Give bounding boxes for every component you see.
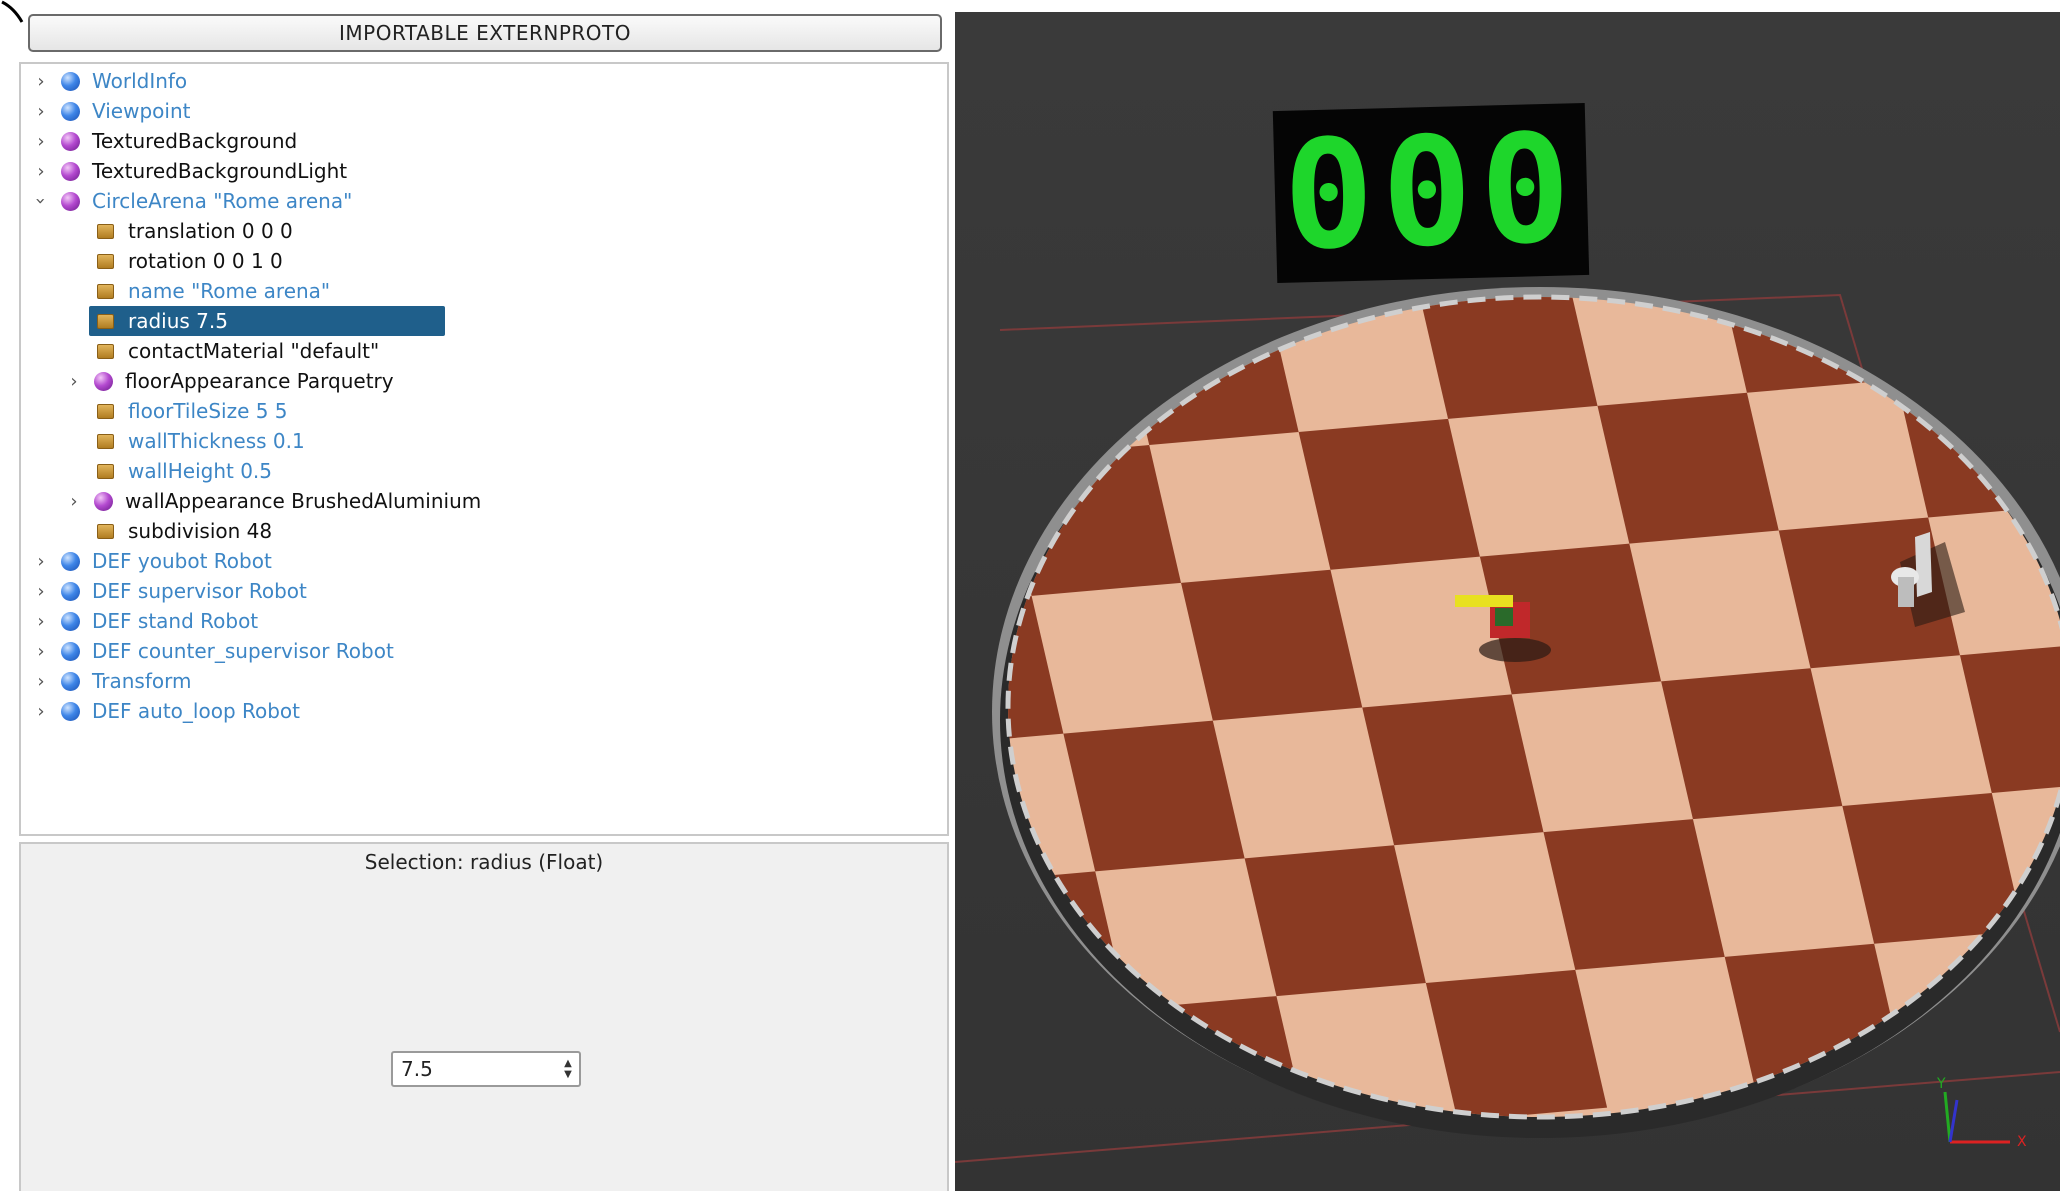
field-icon [97, 253, 114, 269]
blue-node-icon [61, 641, 80, 661]
selection-label: Selection: radius (Float) [364, 850, 604, 874]
importable-externproto-button[interactable]: IMPORTABLE EXTERNPROTO [28, 14, 942, 52]
spin-up-icon[interactable]: ▲ [564, 1058, 572, 1069]
tree-item-textured-background-light[interactable]: TexturedBackgroundLight [61, 156, 347, 186]
tree-field-radius[interactable]: radius 7.5 [97, 306, 228, 336]
blue-node-icon [61, 101, 80, 121]
spin-down-icon[interactable]: ▼ [564, 1069, 572, 1080]
tree-item-circle-arena[interactable]: CircleArena "Rome arena" [61, 186, 352, 216]
expand-arrow-icon[interactable]: › [31, 546, 51, 576]
field-icon [97, 523, 114, 539]
field-icon [97, 433, 114, 449]
tree-field-wall-thickness[interactable]: wallThickness 0.1 [97, 426, 305, 456]
tree-field-contact-material[interactable]: contactMaterial "default" [97, 336, 379, 366]
scene-tree-panel: IMPORTABLE EXTERNPROTO › WorldInfo › Vie… [0, 0, 955, 1191]
tree-field-rotation[interactable]: rotation 0 0 1 0 [97, 246, 283, 276]
scoreboard-display: 000 [1272, 102, 1590, 284]
expand-arrow-icon[interactable]: › [31, 96, 51, 126]
radius-value-spinbox[interactable]: 7.5 ▲ ▼ [391, 1051, 581, 1087]
spinbox-value[interactable]: 7.5 [393, 1057, 557, 1081]
tree-item-youbot-robot[interactable]: DEF youbot Robot [61, 546, 272, 576]
expand-arrow-icon[interactable]: › [31, 696, 51, 726]
expand-arrow-icon[interactable]: › [31, 156, 51, 186]
expand-arrow-icon[interactable]: › [31, 636, 51, 666]
tree-field-name[interactable]: name "Rome arena" [97, 276, 330, 306]
tree-field-floor-appearance[interactable]: floorAppearance Parquetry [94, 366, 394, 396]
field-icon [97, 313, 114, 329]
expand-arrow-icon[interactable]: › [31, 126, 51, 156]
blue-node-icon [61, 71, 80, 91]
expand-arrow-icon[interactable]: › [31, 576, 51, 606]
purple-proto-icon [61, 191, 80, 211]
tree-item-supervisor-robot[interactable]: DEF supervisor Robot [61, 576, 307, 606]
expand-arrow-icon[interactable]: › [31, 606, 51, 636]
expand-arrow-icon[interactable]: › [64, 486, 84, 516]
tree-item-counter-supervisor-robot[interactable]: DEF counter_supervisor Robot [61, 636, 394, 666]
axis-x-label: X [2017, 1134, 2027, 1150]
tree-field-wall-height[interactable]: wallHeight 0.5 [97, 456, 272, 486]
tree-item-worldinfo[interactable]: WorldInfo [61, 66, 187, 96]
tree-item-stand-robot[interactable]: DEF stand Robot [61, 606, 258, 636]
tree-item-textured-background[interactable]: TexturedBackground [61, 126, 297, 156]
scene-tree: › WorldInfo › Viewpoint › TexturedBackgr… [19, 62, 949, 836]
tree-field-wall-appearance[interactable]: wallAppearance BrushedAluminium [94, 486, 481, 516]
purple-proto-icon [94, 371, 113, 391]
expand-arrow-icon[interactable]: › [31, 66, 51, 96]
field-icon [97, 223, 114, 239]
field-editor-panel: Selection: radius (Float) 7.5 ▲ ▼ [19, 842, 949, 1191]
tree-item-transform[interactable]: Transform [61, 666, 191, 696]
blue-node-icon [61, 551, 80, 571]
collapse-arrow-icon[interactable]: › [26, 191, 56, 211]
tree-field-floor-tile-size[interactable]: floorTileSize 5 5 [97, 396, 288, 426]
tree-field-subdivision[interactable]: subdivision 48 [97, 516, 272, 546]
field-icon [97, 283, 114, 299]
blue-node-icon [61, 581, 80, 601]
purple-proto-icon [61, 161, 80, 181]
blue-node-icon [61, 611, 80, 631]
blue-node-icon [61, 671, 80, 691]
expand-arrow-icon[interactable]: › [64, 366, 84, 396]
blue-node-icon [61, 701, 80, 721]
tree-item-auto-loop-robot[interactable]: DEF auto_loop Robot [61, 696, 300, 726]
field-icon [97, 463, 114, 479]
spinbox-arrows[interactable]: ▲ ▼ [557, 1053, 579, 1085]
field-icon [97, 403, 114, 419]
field-icon [97, 343, 114, 359]
scoreboard-digits: 000 [1281, 102, 1581, 284]
tree-field-translation[interactable]: translation 0 0 0 [97, 216, 293, 246]
axis-y-label: Y [1936, 1076, 1946, 1092]
tree-item-viewpoint[interactable]: Viewpoint [61, 96, 190, 126]
expand-arrow-icon[interactable]: › [31, 666, 51, 696]
purple-proto-icon [94, 491, 113, 511]
3d-viewport[interactable]: X Y 000 [955, 12, 2060, 1191]
purple-proto-icon [61, 131, 80, 151]
